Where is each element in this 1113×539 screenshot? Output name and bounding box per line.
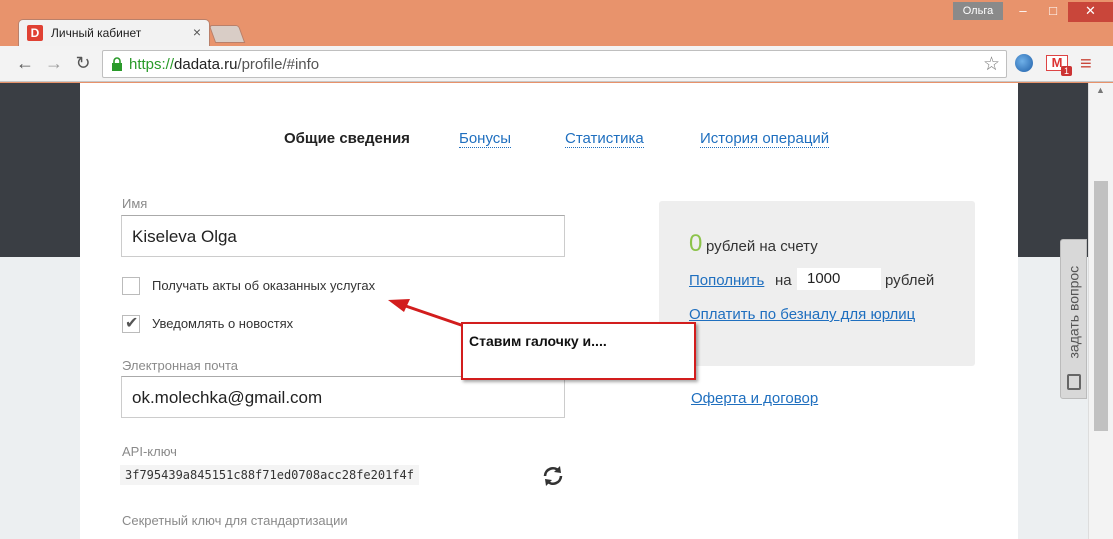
api-key-label: API-ключ bbox=[122, 444, 177, 459]
forward-icon[interactable]: → bbox=[43, 52, 65, 74]
maximize-button[interactable]: □ bbox=[1038, 2, 1068, 22]
currency-label: рублей bbox=[885, 272, 935, 289]
profile-card: Общие сведения Бонусы Статистика История… bbox=[80, 83, 1018, 539]
tab-close-icon[interactable]: × bbox=[193, 24, 201, 40]
trash-icon bbox=[1067, 374, 1081, 390]
ask-question-label: задать вопрос bbox=[1065, 265, 1082, 359]
star-icon[interactable]: ☆ bbox=[983, 53, 1000, 76]
tab-history[interactable]: История операций bbox=[700, 130, 830, 148]
news-checkbox[interactable]: ✔ bbox=[122, 315, 140, 333]
back-icon[interactable]: ← bbox=[14, 52, 36, 74]
tab-title: Личный кабинет bbox=[51, 26, 142, 40]
mail-badge: 1 bbox=[1060, 66, 1072, 76]
url-host: dadata.ru bbox=[174, 56, 238, 73]
window-titlebar: D Личный кабинет × Ольга – □ ✕ bbox=[0, 0, 1113, 46]
email-label: Электронная почта bbox=[122, 358, 239, 373]
new-tab-button[interactable] bbox=[208, 25, 246, 43]
profile-user-badge[interactable]: Ольга bbox=[953, 2, 1003, 20]
scroll-up-icon[interactable]: ▲ bbox=[1096, 85, 1105, 95]
browser-toolbar: ← → ↻ https://dadata.ru/profile/#info ☆ … bbox=[0, 46, 1113, 82]
menu-icon[interactable]: ≡ bbox=[1080, 53, 1092, 76]
mail-icon[interactable]: M 1 bbox=[1046, 55, 1072, 76]
acts-checkbox[interactable] bbox=[122, 277, 140, 295]
address-bar[interactable]: https://dadata.ru/profile/#info ☆ bbox=[102, 50, 1007, 78]
url-text: https://dadata.ru/profile/#info bbox=[129, 56, 319, 73]
tab-stats[interactable]: Статистика bbox=[565, 130, 644, 148]
balance-text: рублей на счету bbox=[706, 238, 818, 255]
page-viewport: Общие сведения Бонусы Статистика История… bbox=[0, 83, 1113, 539]
tab-bonuses[interactable]: Бонусы bbox=[459, 130, 512, 148]
url-scheme: https:// bbox=[129, 56, 175, 73]
acts-checkbox-label: Получать акты об оказанных услугах bbox=[152, 278, 376, 293]
ask-question-widget[interactable]: задать вопрос bbox=[1060, 239, 1087, 399]
browser-tab[interactable]: D Личный кабинет × bbox=[18, 19, 210, 46]
page-scrollbar[interactable]: ▲ bbox=[1088, 83, 1113, 539]
checkmark-icon: ✔ bbox=[125, 315, 139, 332]
callout-text: Ставим галочку и.... bbox=[469, 333, 607, 349]
topup-link[interactable]: Пополнить bbox=[689, 272, 764, 289]
secret-key-label: Секретный ключ для стандартизации bbox=[122, 513, 348, 528]
lock-icon bbox=[112, 57, 122, 71]
minimize-button[interactable]: – bbox=[1008, 2, 1038, 22]
api-key-value: 3f795439a845151c88f71ed0708acc28fe201f4f bbox=[120, 465, 419, 485]
reload-icon[interactable]: ↻ bbox=[72, 52, 94, 74]
balance-panel: 0 рублей на счету Пополнить на 1000 рубл… bbox=[659, 201, 975, 366]
news-checkbox-label: Уведомлять о новостях bbox=[152, 316, 294, 331]
topup-amount-input[interactable]: 1000 bbox=[797, 268, 881, 290]
email-field[interactable]: ok.molechka@gmail.com bbox=[121, 376, 565, 418]
tab-general[interactable]: Общие сведения bbox=[284, 130, 410, 147]
topup-on-text: на bbox=[775, 272, 792, 289]
url-path: /profile/#info bbox=[237, 56, 320, 73]
annotation-callout: Ставим галочку и.... bbox=[461, 322, 696, 380]
dadata-favicon-icon: D bbox=[27, 25, 43, 41]
globe-icon[interactable] bbox=[1015, 54, 1033, 72]
annotation-arrow-icon bbox=[388, 299, 465, 328]
scroll-thumb[interactable] bbox=[1094, 181, 1108, 431]
offer-contract-link[interactable]: Оферта и договор bbox=[691, 390, 818, 407]
refresh-icon[interactable] bbox=[541, 464, 565, 488]
cashless-payment-link[interactable]: Оплатить по безналу для юрлиц bbox=[689, 306, 915, 323]
name-field[interactable]: Kiseleva Olga bbox=[121, 215, 565, 257]
balance-amount: 0 bbox=[689, 230, 703, 257]
close-window-button[interactable]: ✕ bbox=[1068, 2, 1113, 22]
name-label: Имя bbox=[122, 196, 148, 211]
